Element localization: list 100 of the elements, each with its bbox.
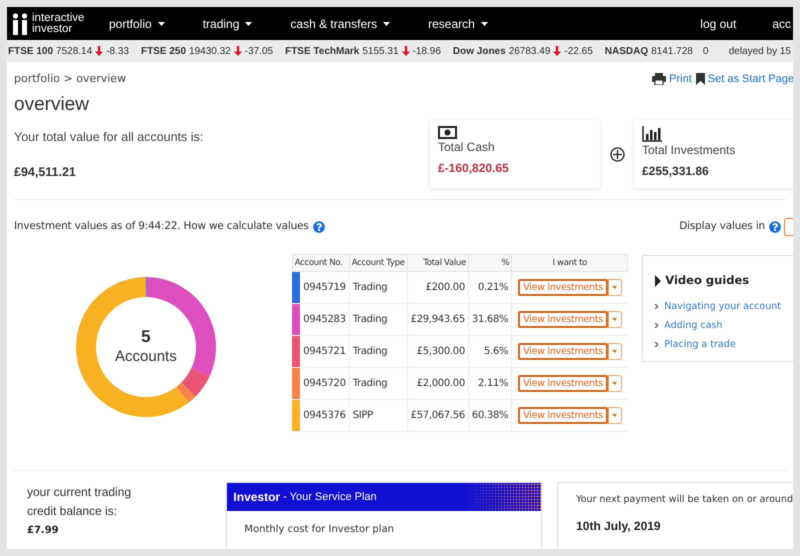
account-value: £5,300.00 xyxy=(407,336,468,368)
page-title: overview xyxy=(14,94,90,117)
total-value-label: Your total value for all accounts is: xyxy=(14,129,204,146)
index-name: FTSE 100 xyxy=(8,44,54,58)
total-value-amount: £94,511.21 xyxy=(14,164,77,181)
dropdown-button[interactable] xyxy=(608,375,622,392)
dropdown-button[interactable] xyxy=(608,279,622,296)
column-header: I want to xyxy=(512,254,628,272)
caret-icon xyxy=(612,318,618,321)
credit-balance-amount: £7.99 xyxy=(27,524,60,538)
index-value: 26783.49 xyxy=(508,44,550,58)
chevron-icon xyxy=(655,342,658,348)
index-value: 8141.728 xyxy=(651,44,693,58)
payment-date: 10th July, 2019 xyxy=(576,518,662,536)
credit-balance-label: your current trading xyxy=(27,484,132,501)
account-number: 0945721 xyxy=(302,345,347,359)
dropdown-button[interactable] xyxy=(608,407,622,424)
play-icon xyxy=(655,274,662,287)
values-note: Investment values as of 9:44:22. How we calculate values xyxy=(14,219,309,234)
video-guide-link[interactable]: Navigating your account xyxy=(664,300,781,314)
page-action-link[interactable]: Print xyxy=(652,70,692,88)
nav-menu-item[interactable]: portfolio xyxy=(109,14,165,32)
account-value: £29,943.65 xyxy=(407,304,468,336)
plan-subtitle: - Your Service Plan xyxy=(283,490,377,505)
column-header: Account Type xyxy=(349,254,408,272)
index-name: Dow Jones xyxy=(452,44,506,58)
account-percentage: 2.11% xyxy=(468,368,512,400)
index-value: 7528.14 xyxy=(56,44,92,58)
account-number: 0945719 xyxy=(302,281,347,295)
index-change: -22.65 xyxy=(564,44,593,58)
plus-circle-icon xyxy=(610,146,624,162)
currency-select[interactable] xyxy=(784,218,793,236)
account-link[interactable]: acc xyxy=(772,14,791,32)
summary-card-value: £255,331.86 xyxy=(642,163,710,180)
index-change: -8.33 xyxy=(106,44,129,58)
bookmark-icon xyxy=(696,73,705,85)
account-percentage: 31.68% xyxy=(468,304,512,336)
logo-text: interactive xyxy=(32,12,84,24)
summary-card-label: Total Investments xyxy=(642,143,736,157)
chevron-icon xyxy=(655,304,658,310)
index-change: -37.05 xyxy=(244,44,274,58)
index-value: 5155.31 xyxy=(362,44,399,58)
nav-menu-item[interactable]: research xyxy=(428,14,488,32)
account-number: 0945283 xyxy=(302,313,347,327)
account-type: Trading xyxy=(349,304,408,336)
chevron-icon xyxy=(655,323,658,328)
index-name: FTSE 250 xyxy=(140,44,186,58)
caret-icon xyxy=(612,382,618,385)
dropdown-button[interactable] xyxy=(608,343,622,360)
caret-icon xyxy=(612,350,618,353)
video-guides-title: Video guides xyxy=(665,272,750,289)
column-header: Total Value xyxy=(407,254,468,272)
banknote-icon xyxy=(438,126,457,139)
account-type: Trading xyxy=(349,368,408,400)
account-percentage: 5.6% xyxy=(468,336,512,368)
view-investments-button[interactable]: View Investments xyxy=(518,279,608,296)
logo-icon xyxy=(12,12,30,34)
display-values-label: Display values in xyxy=(679,219,765,234)
index-change: 0 xyxy=(702,44,708,58)
index-value: 19430.32 xyxy=(189,44,231,58)
view-investments-button[interactable]: View Investments xyxy=(518,407,608,424)
summary-card-value: £-160,820.65 xyxy=(438,160,510,177)
account-type: SIPP xyxy=(349,400,408,432)
index-change: -18.96 xyxy=(412,44,441,58)
help-icon[interactable] xyxy=(769,221,781,233)
index-name: NASDAQ xyxy=(604,44,648,58)
account-value: £57,067.56 xyxy=(407,400,468,432)
caret-icon xyxy=(612,414,618,417)
printer-icon xyxy=(652,73,666,85)
nav-menu-item[interactable]: trading xyxy=(202,14,252,32)
summary-card-label: Total Cash xyxy=(438,140,496,154)
account-number: 0945720 xyxy=(302,377,347,391)
credit-balance-label: credit balance is: xyxy=(27,503,118,520)
view-investments-button[interactable]: View Investments xyxy=(518,343,608,360)
view-investments-button[interactable]: View Investments xyxy=(518,375,608,392)
caret-icon xyxy=(612,286,618,289)
plan-cost-label: Monthly cost for Investor plan xyxy=(244,523,395,537)
help-icon[interactable] xyxy=(312,221,325,233)
nav-menu-item[interactable]: cash & transfers xyxy=(290,14,390,32)
payment-note: Your next payment will be taken on or around xyxy=(576,493,793,507)
breadcrumb: portfolio > overview xyxy=(14,70,126,87)
delay-notice: delayed by 15 xyxy=(728,44,791,58)
account-percentage: 0.21% xyxy=(468,272,512,304)
account-type: Trading xyxy=(349,272,408,304)
bar-chart-icon xyxy=(642,126,662,142)
video-guide-link[interactable]: Placing a trade xyxy=(664,338,736,352)
plan-name: Investor xyxy=(233,489,280,506)
logout-link[interactable]: log out xyxy=(700,14,736,32)
column-header: % xyxy=(468,254,512,272)
index-name: FTSE TechMark xyxy=(285,44,360,58)
video-guide-link[interactable]: Adding cash xyxy=(664,318,722,333)
dropdown-button[interactable] xyxy=(608,311,622,328)
account-value: £200.00 xyxy=(407,272,468,304)
account-value: £2,000.00 xyxy=(407,368,468,400)
logo-text: investor xyxy=(32,24,74,34)
account-count: 5 xyxy=(141,327,151,347)
account-percentage: 60.38% xyxy=(468,400,512,432)
view-investments-button[interactable]: View Investments xyxy=(518,311,608,328)
column-header: Account No. xyxy=(292,254,350,272)
account-type: Trading xyxy=(349,336,408,368)
